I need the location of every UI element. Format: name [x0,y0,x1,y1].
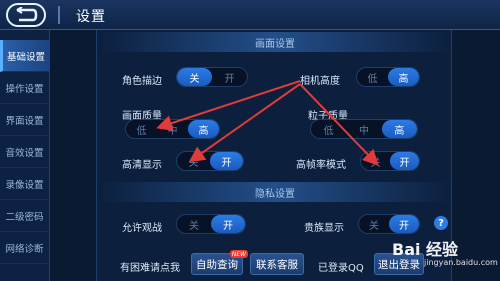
camera-height-toggle[interactable]: 低 高 [356,67,420,87]
watermark-url: jingyan.baidu.com [424,258,498,267]
role-outline-label: 角色描边 [122,76,162,87]
sidebar-item-replay[interactable]: 录像设置 [0,168,49,200]
role-outline-toggle[interactable]: 关 开 [176,67,248,87]
section-header-privacy: 隐私设置 [97,182,453,202]
high-fps-off[interactable]: 关 [361,152,390,170]
sidebar-item-basic[interactable]: 基础设置 [0,40,49,72]
sidebar-item-interface[interactable]: 界面设置 [0,104,49,136]
back-button[interactable] [6,3,46,27]
sidebar-item-password[interactable]: 二级密码 [0,200,49,232]
role-outline-on[interactable]: 开 [212,68,247,86]
camera-height-high[interactable]: 高 [388,68,419,86]
back-arrow-icon [16,7,38,22]
particle-toggle[interactable]: 低 中 高 [310,119,418,139]
noble-display-off[interactable]: 关 [359,215,389,233]
allow-watch-on[interactable]: 开 [211,215,245,233]
hd-display-toggle[interactable]: 关 开 [176,151,244,171]
watermark-brand: Bai 经验 [392,240,459,259]
logged-in-status: 已登录QQ [318,263,364,274]
noble-display-on[interactable]: 开 [389,215,419,233]
allow-watch-toggle[interactable]: 关 开 [176,214,246,234]
allow-watch-off[interactable]: 关 [177,215,211,233]
quality-mid[interactable]: 中 [157,120,188,138]
hd-display-off[interactable]: 关 [177,152,210,170]
hd-display-on[interactable]: 开 [210,152,243,170]
particle-mid[interactable]: 中 [346,120,381,138]
high-fps-on[interactable]: 开 [390,152,419,170]
hd-display-label: 高清显示 [122,160,162,171]
new-badge: NEW [230,250,248,258]
header-divider [58,6,60,24]
camera-height-label: 相机高度 [300,76,340,87]
top-bar: 设置 [0,0,500,30]
camera-height-low[interactable]: 低 [357,68,388,86]
allow-watch-label: 允许观战 [122,223,162,234]
particle-high[interactable]: 高 [381,120,417,138]
sidebar: 基础设置 操作设置 界面设置 音效设置 录像设置 二级密码 网络诊断 [0,30,50,281]
section-header-graphics: 画面设置 [97,32,453,52]
contact-service-button[interactable]: 联系客服 [250,253,304,275]
quality-high[interactable]: 高 [188,120,219,138]
help-prompt: 有困难请点我 [120,263,180,274]
high-fps-toggle[interactable]: 关 开 [360,151,420,171]
noble-display-label: 贵族显示 [304,223,344,234]
page-title: 设置 [76,9,106,25]
quality-low[interactable]: 低 [126,120,157,138]
sidebar-item-audio[interactable]: 音效设置 [0,136,49,168]
high-fps-label: 高帧率模式 [296,160,346,171]
quality-toggle[interactable]: 低 中 高 [125,119,220,139]
noble-display-toggle[interactable]: 关 开 [358,214,420,234]
particle-low[interactable]: 低 [311,120,346,138]
sidebar-item-controls[interactable]: 操作设置 [0,72,49,104]
help-icon[interactable]: ? [434,216,448,230]
role-outline-off[interactable]: 关 [177,68,212,86]
sidebar-item-network[interactable]: 网络诊断 [0,232,49,264]
